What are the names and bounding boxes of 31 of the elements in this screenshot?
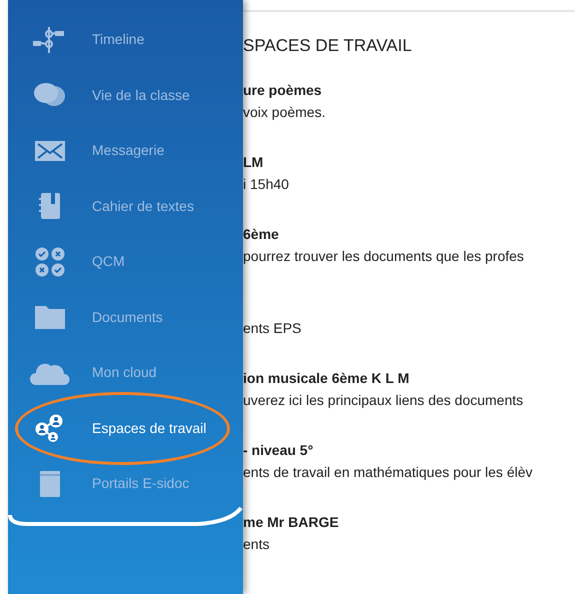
sidebar-item[interactable]: Documents [92,306,163,328]
workspace-title[interactable]: ure poèmes [243,79,575,101]
sidebar-item[interactable]: Portails E-sidoc [92,473,190,494]
sidebar-item[interactable]: Mon cloud [92,362,157,384]
page-heading: SPACES DE TRAVAIL [243,35,413,57]
sidebar-item[interactable]: Cahier de textes [92,196,194,217]
sidebar-item[interactable]: Espaces de travail [92,418,206,439]
workspace-title[interactable]: 6ème [243,223,575,245]
workspace-title[interactable]: LM [243,151,575,173]
notebook-icon [39,192,61,220]
sidebar-item[interactable]: Messagerie [92,140,164,162]
workspace-description: voix poèmes. [243,103,326,122]
cloud-icon [30,360,70,385]
workspace-description: pourrez trouver les documents que les profes [243,247,525,266]
envelope-icon [34,140,66,162]
sidebar-item[interactable]: Timeline [92,29,144,50]
sidebar-item[interactable]: QCM [92,251,125,272]
workspace-title[interactable]: - niveau 5° [243,439,575,461]
book-icon [39,470,61,498]
workspace-description: i 15h40 [243,175,290,194]
timeline-icon [33,26,67,53]
quiz-grid-icon [35,246,65,277]
workspace-description: ents EPS [243,319,302,338]
workspace-title[interactable]: ion musicale 6ème K L M [243,367,575,389]
workspace-title[interactable]: me Mr BARGE [243,511,575,533]
sidebar-item[interactable]: Vie de la classe [92,84,190,106]
speech-bubbles-icon [33,82,67,108]
workspace-description: uverez ici les principaux liens des documents [243,391,524,410]
workspace-description: ents [243,535,270,554]
workspace-description: ents de travail en mathématiques pour les élèv [243,463,534,482]
folder-icon [34,304,66,330]
